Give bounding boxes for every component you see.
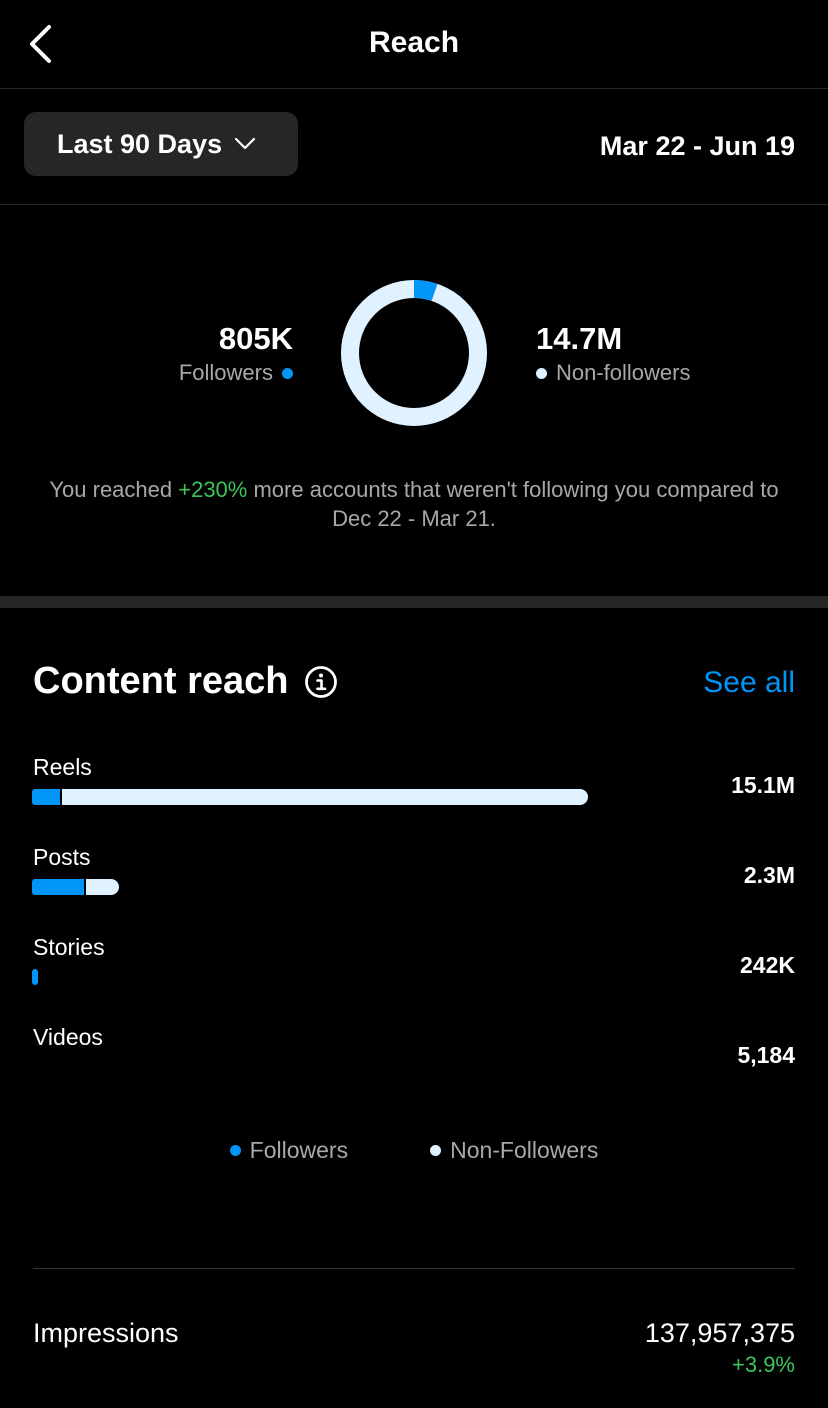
followers-label: Followers <box>178 360 273 385</box>
see-all-link[interactable]: See all <box>703 666 795 700</box>
legend-item-followers: Followers <box>229 1137 349 1164</box>
content-reach-row-reels: Reels 15.1M <box>0 754 828 844</box>
chevron-down-icon <box>234 137 256 151</box>
content-type-label: Reels <box>33 754 92 780</box>
followers-stat: 805K Followers <box>179 319 293 387</box>
comparison-text-start: You reached <box>49 477 179 502</box>
content-type-label: Videos <box>33 1024 103 1050</box>
non-followers-value: 14.7M <box>536 321 623 356</box>
reach-bar-non-followers <box>61 789 588 805</box>
content-reach-value: 15.1M <box>731 772 795 798</box>
followers-value: 805K <box>218 321 293 356</box>
reach-bar-followers <box>32 879 85 895</box>
followers-stat-label: Followers <box>179 359 293 387</box>
reach-donut-chart <box>341 280 487 426</box>
date-range-dropdown[interactable]: Last 90 Days <box>24 112 298 176</box>
content-type-label: Stories <box>33 934 105 960</box>
reach-bar-followers <box>32 789 60 805</box>
content-reach-value: 5,184 <box>737 1042 795 1068</box>
reach-comparison-text: You reached +230% more accounts that wer… <box>40 475 788 533</box>
impressions-change: +3.9% <box>732 1352 795 1377</box>
info-icon[interactable] <box>304 665 338 699</box>
non-followers-label: Non-followers <box>556 360 691 385</box>
legend-item-non-followers: Non-Followers <box>430 1137 598 1164</box>
content-reach-row-stories: Stories 242K <box>0 934 828 1024</box>
reach-bar-non-followers <box>86 879 120 895</box>
content-reach-heading: Content reach <box>33 660 338 703</box>
non-followers-stat-label: Non-followers <box>536 359 691 387</box>
date-range-text: Mar 22 - Jun 19 <box>599 131 795 161</box>
content-reach-value: 242K <box>740 952 795 978</box>
reach-bar <box>32 879 120 895</box>
reach-summary: 805K Followers 14.7M Non-followers You r… <box>0 205 828 595</box>
comparison-text-end: more accounts that weren't following you… <box>247 477 779 531</box>
page-title: Reach <box>368 26 460 59</box>
content-reach-row-videos: Videos 5,184 <box>0 1024 828 1114</box>
legend-non-followers-dot <box>430 1145 442 1156</box>
followers-dot <box>282 367 293 379</box>
non-followers-dot <box>536 367 547 379</box>
non-followers-stat: 14.7M Non-followers <box>536 319 691 387</box>
impressions-divider <box>33 1268 795 1269</box>
donut-non-followers-segment <box>341 280 487 426</box>
chart-legend: Followers Non-Followers <box>0 1137 828 1164</box>
reach-bar-followers <box>32 969 39 985</box>
impressions-value: 137,957,375 <box>644 1318 795 1348</box>
comparison-percentage: +230% <box>178 477 248 502</box>
section-divider <box>0 596 828 608</box>
legend-followers-dot <box>229 1145 241 1156</box>
reach-bar <box>32 789 588 805</box>
date-range-row: Last 90 Days Mar 22 - Jun 19 <box>0 89 828 205</box>
content-reach-row-posts: Posts 2.3M <box>0 844 828 934</box>
content-type-label: Posts <box>33 844 91 870</box>
impressions-label: Impressions <box>33 1318 179 1348</box>
top-bar: Reach <box>0 0 828 89</box>
legend-non-followers-label: Non-Followers <box>450 1137 599 1163</box>
content-reach-title: Content reach <box>33 660 289 702</box>
content-reach-value: 2.3M <box>743 862 795 888</box>
legend-followers-label: Followers <box>249 1137 349 1163</box>
reach-bar <box>32 969 39 985</box>
date-range-dropdown-label: Last 90 Days <box>57 128 223 159</box>
